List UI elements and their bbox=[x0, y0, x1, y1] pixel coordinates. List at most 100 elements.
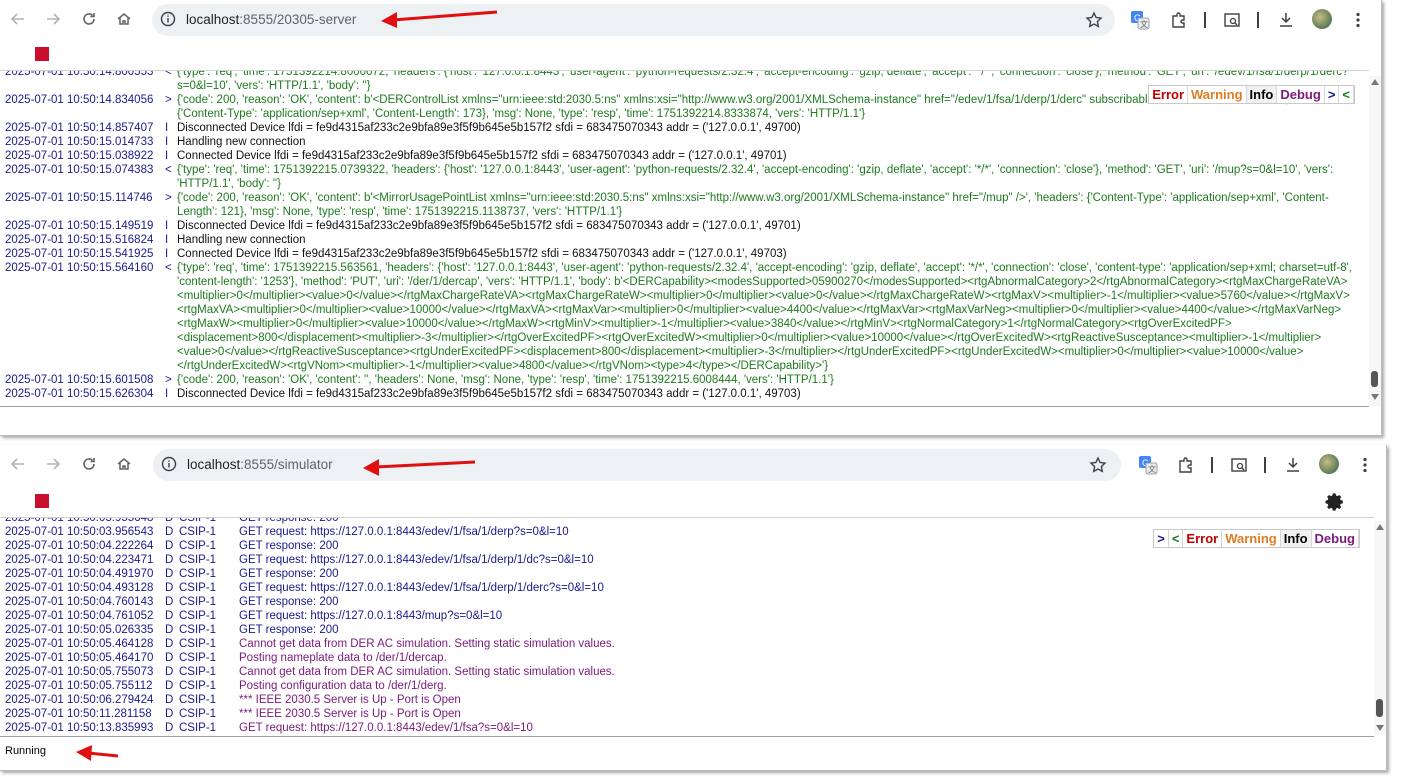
simulator-log[interactable]: 2025-07-01 10:50:03.955648 D CSIP-1 GET res… bbox=[0, 517, 1374, 737]
log-level: D bbox=[165, 722, 174, 734]
filter-debug-button[interactable]: Debug bbox=[1312, 530, 1359, 547]
filter-error-button[interactable]: Error bbox=[1149, 86, 1189, 103]
download-icon[interactable] bbox=[1275, 9, 1297, 31]
log-row: 2025-07-01 10:50:06.279424 D CSIP-1 *** IEE… bbox=[0, 693, 1374, 707]
log-row: 2025-07-01 10:50:15.626304 I Disconnected … bbox=[0, 387, 1369, 401]
log-message: *** IEEE 2030.5 Server is Up - Port is O… bbox=[239, 708, 461, 720]
log-message: GET request: https://127.0.0.1:8443/edev… bbox=[239, 526, 569, 538]
log-source: CSIP-1 bbox=[179, 708, 217, 720]
stop-button[interactable] bbox=[35, 47, 49, 61]
log-scrollbar[interactable] bbox=[1374, 521, 1386, 735]
toolbar-separator bbox=[1211, 457, 1213, 473]
menu-kebab-icon[interactable] bbox=[1347, 9, 1369, 31]
stop-button[interactable] bbox=[35, 494, 49, 508]
reload-button[interactable] bbox=[78, 453, 100, 475]
address-bar[interactable]: localhost:8555/simulator bbox=[153, 449, 1121, 481]
translate-extension-icon[interactable]: G文 bbox=[1129, 9, 1151, 31]
scroll-thumb[interactable] bbox=[1376, 699, 1383, 717]
browser-toolbar: localhost:8555/simulator G文 bbox=[0, 445, 1386, 485]
reload-icon bbox=[83, 13, 95, 25]
log-timestamp: 2025-07-01 10:50:05.464170 bbox=[5, 652, 154, 664]
log-row: 2025-07-01 10:50:15.601508 > {'code': 200,… bbox=[0, 373, 1369, 387]
filter-warning-button[interactable]: Warning bbox=[1222, 530, 1281, 547]
scroll-up-arrow[interactable] bbox=[1376, 524, 1384, 530]
log-timestamp: 2025-07-01 10:50:03.955648 bbox=[5, 517, 154, 524]
bookmark-star-icon[interactable] bbox=[1085, 11, 1103, 29]
home-button[interactable] bbox=[113, 8, 135, 30]
log-timestamp: 2025-07-01 10:50:15.541925 bbox=[5, 248, 154, 260]
filter-debug-button[interactable]: Debug bbox=[1277, 86, 1325, 103]
filter-warning-button[interactable]: Warning bbox=[1188, 86, 1247, 103]
filter-outgoing-button[interactable]: > bbox=[1325, 86, 1340, 103]
app-toolbar bbox=[0, 487, 1386, 517]
log-source: CSIP-1 bbox=[179, 540, 217, 552]
url-text[interactable]: localhost:8555/simulator bbox=[187, 457, 333, 472]
filter-error-button[interactable]: Error bbox=[1183, 530, 1223, 547]
filter-outgoing-button[interactable]: > bbox=[1154, 530, 1169, 547]
extensions-puzzle-icon[interactable] bbox=[1175, 454, 1197, 476]
url-host: localhost bbox=[186, 12, 240, 27]
scroll-down-arrow[interactable] bbox=[1376, 725, 1384, 731]
red-arrow-annotation bbox=[363, 459, 476, 476]
log-level: D bbox=[165, 666, 174, 678]
scroll-down-arrow[interactable] bbox=[1371, 394, 1379, 400]
back-button[interactable] bbox=[7, 453, 29, 475]
log-source: CSIP-1 bbox=[179, 652, 217, 664]
download-icon[interactable] bbox=[1282, 454, 1304, 476]
log-message: {'code': 200, 'reason': 'OK', 'content':… bbox=[177, 192, 1329, 218]
translate-extension-icon[interactable]: G文 bbox=[1137, 454, 1159, 476]
log-direction: > bbox=[165, 192, 172, 204]
log-message: {'type': 'req', 'time': 1751392215.56356… bbox=[177, 262, 1352, 372]
log-message: GET response: 200 bbox=[239, 624, 339, 636]
log-level: D bbox=[165, 596, 174, 608]
site-info-icon[interactable] bbox=[161, 456, 177, 472]
filter-incoming-button[interactable]: < bbox=[1169, 530, 1184, 547]
forward-button[interactable] bbox=[42, 453, 64, 475]
log-message: GET request: https://127.0.0.1:8443/mup?… bbox=[239, 610, 503, 622]
gear-icon[interactable] bbox=[1324, 491, 1346, 513]
log-level: D bbox=[165, 610, 174, 622]
log-row: 2025-07-01 10:50:15.114746 > {'code': 200,… bbox=[0, 191, 1369, 219]
profile-avatar[interactable] bbox=[1319, 454, 1339, 474]
forward-button[interactable] bbox=[42, 8, 64, 30]
extensions-puzzle-icon[interactable] bbox=[1168, 9, 1190, 31]
url-text[interactable]: localhost:8555/20305-server bbox=[186, 12, 356, 27]
server-log[interactable]: 2025-07-01 10:50:14.800553 < {'type': 'req… bbox=[0, 70, 1369, 407]
log-direction: I bbox=[165, 220, 169, 232]
url-path: :8555/simulator bbox=[240, 457, 333, 472]
log-timestamp: 2025-07-01 10:50:15.516824 bbox=[5, 234, 154, 246]
log-message: Connected Device lfdi = fe9d4315af233c2e… bbox=[177, 248, 787, 260]
log-direction: < bbox=[165, 70, 172, 78]
log-level: D bbox=[165, 624, 174, 636]
log-direction: I bbox=[165, 122, 169, 134]
tab-search-icon[interactable] bbox=[1221, 9, 1243, 31]
address-bar[interactable]: localhost:8555/20305-server bbox=[152, 4, 1115, 36]
scroll-thumb[interactable] bbox=[1371, 371, 1378, 387]
arrow-left-icon bbox=[10, 13, 24, 25]
log-row: 2025-07-01 10:50:05.026335 D CSIP-1 GET res… bbox=[0, 623, 1374, 637]
profile-avatar[interactable] bbox=[1312, 9, 1332, 29]
log-level: D bbox=[165, 680, 174, 692]
menu-kebab-icon[interactable] bbox=[1354, 454, 1376, 476]
reload-icon bbox=[83, 458, 95, 470]
filter-info-button[interactable]: Info bbox=[1280, 530, 1312, 547]
home-button[interactable] bbox=[113, 453, 135, 475]
bookmark-star-icon[interactable] bbox=[1089, 456, 1107, 474]
log-source: CSIP-1 bbox=[179, 582, 217, 594]
back-button[interactable] bbox=[7, 8, 29, 30]
scroll-up-arrow[interactable] bbox=[1371, 79, 1379, 85]
log-timestamp: 2025-07-01 10:50:15.601508 bbox=[5, 374, 154, 386]
toolbar-separator bbox=[1257, 12, 1259, 28]
tab-search-icon[interactable] bbox=[1228, 454, 1250, 476]
browser-toolbar: localhost:8555/20305-server G文 bbox=[0, 0, 1381, 40]
log-message: Handling new connection bbox=[177, 136, 306, 148]
log-source: CSIP-1 bbox=[179, 680, 217, 692]
reload-button[interactable] bbox=[78, 8, 100, 30]
log-message: {'code': 200, 'reason': 'OK', 'content':… bbox=[177, 374, 834, 386]
filter-incoming-button[interactable]: < bbox=[1339, 86, 1354, 103]
log-scrollbar[interactable] bbox=[1369, 76, 1381, 406]
log-message: GET response: 200 bbox=[239, 596, 339, 608]
log-message: GET request: https://127.0.0.1:8443/edev… bbox=[239, 554, 594, 566]
filter-info-button[interactable]: Info bbox=[1246, 86, 1278, 103]
site-info-icon[interactable] bbox=[160, 11, 176, 27]
